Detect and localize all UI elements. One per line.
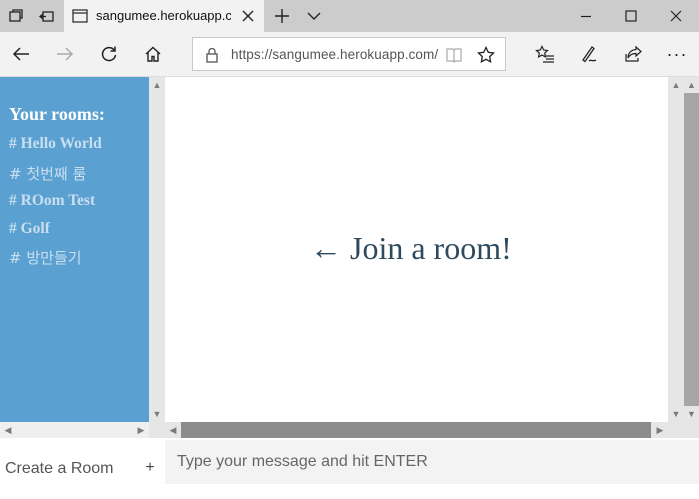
refresh-icon[interactable] [92, 38, 126, 70]
room-link[interactable]: # Golf [9, 220, 50, 238]
scroll-up-icon[interactable]: ▲ [149, 77, 165, 93]
tab-bar: sangumee.herokuapp.co [0, 0, 699, 32]
chat-vertical-scrollbar[interactable]: ▲ ▼ [668, 77, 684, 422]
sidebar-horizontal-scrollbar[interactable]: ◀ ▶ [0, 422, 149, 438]
scroll-left-icon[interactable]: ◀ [165, 422, 181, 438]
active-tab[interactable]: sangumee.herokuapp.co [64, 0, 264, 32]
page-scroll-thumb[interactable] [684, 93, 699, 406]
set-aside-tabs-icon[interactable] [32, 0, 62, 32]
share-icon[interactable] [616, 38, 650, 70]
join-room-prompt: ← Join a room! [310, 230, 512, 266]
page-icon [72, 9, 88, 23]
message-input[interactable] [165, 440, 699, 484]
scrollbar-corner [668, 422, 699, 438]
reading-view-icon[interactable] [445, 46, 463, 64]
sidebar-vertical-scrollbar[interactable]: ▲ ▼ [149, 77, 165, 422]
lock-icon [205, 47, 219, 63]
tab-actions-icon[interactable] [0, 0, 32, 32]
create-room-button[interactable]: + [142, 458, 158, 478]
minimize-icon[interactable] [563, 0, 609, 32]
room-link[interactable]: # 첫번째 룸 [9, 163, 86, 184]
scroll-up-icon[interactable]: ▲ [684, 77, 699, 93]
create-room-bar: Create a Room + [0, 438, 165, 499]
scrollbar-corner [149, 422, 165, 438]
back-arrow-icon[interactable] [4, 38, 38, 70]
scroll-down-icon[interactable]: ▼ [668, 406, 684, 422]
chat-horizontal-scroll-thumb[interactable] [181, 422, 651, 438]
message-bar [165, 438, 699, 499]
new-tab-icon[interactable] [266, 0, 298, 32]
home-icon[interactable] [136, 38, 170, 70]
room-link[interactable]: # 방만들기 [9, 247, 82, 268]
scroll-down-icon[interactable]: ▼ [684, 406, 699, 422]
create-room-label[interactable]: Create a Room [5, 460, 114, 478]
maximize-icon[interactable] [609, 0, 653, 32]
scroll-down-icon[interactable]: ▼ [149, 406, 165, 422]
chat-panel: ← Join a room! [165, 77, 668, 422]
web-note-pen-icon[interactable] [572, 38, 606, 70]
more-options-icon[interactable]: ··· [660, 38, 694, 70]
close-tab-icon[interactable] [238, 6, 258, 26]
navigation-bar: https://sangumee.herokuapp.com/ ··· [0, 32, 699, 77]
rooms-sidebar: Your rooms: # Hello World # 첫번째 룸 # ROom… [0, 77, 149, 422]
chevron-down-icon[interactable] [298, 0, 330, 32]
scroll-right-icon[interactable]: ▶ [652, 422, 668, 438]
tab-title: sangumee.herokuapp.co [96, 8, 231, 23]
room-link[interactable]: # Hello World [9, 135, 102, 153]
favorites-hub-icon[interactable] [528, 38, 562, 70]
rooms-heading: Your rooms: [9, 104, 105, 124]
star-icon[interactable] [475, 44, 497, 66]
scroll-left-icon[interactable]: ◀ [0, 422, 16, 438]
address-bar[interactable]: https://sangumee.herokuapp.com/ [192, 37, 506, 71]
url-text: https://sangumee.herokuapp.com/ [231, 47, 439, 62]
close-window-icon[interactable] [653, 0, 699, 32]
scroll-right-icon[interactable]: ▶ [133, 422, 149, 438]
room-link[interactable]: # ROom Test [9, 192, 95, 210]
scroll-up-icon[interactable]: ▲ [668, 77, 684, 93]
forward-arrow-icon[interactable] [48, 38, 82, 70]
